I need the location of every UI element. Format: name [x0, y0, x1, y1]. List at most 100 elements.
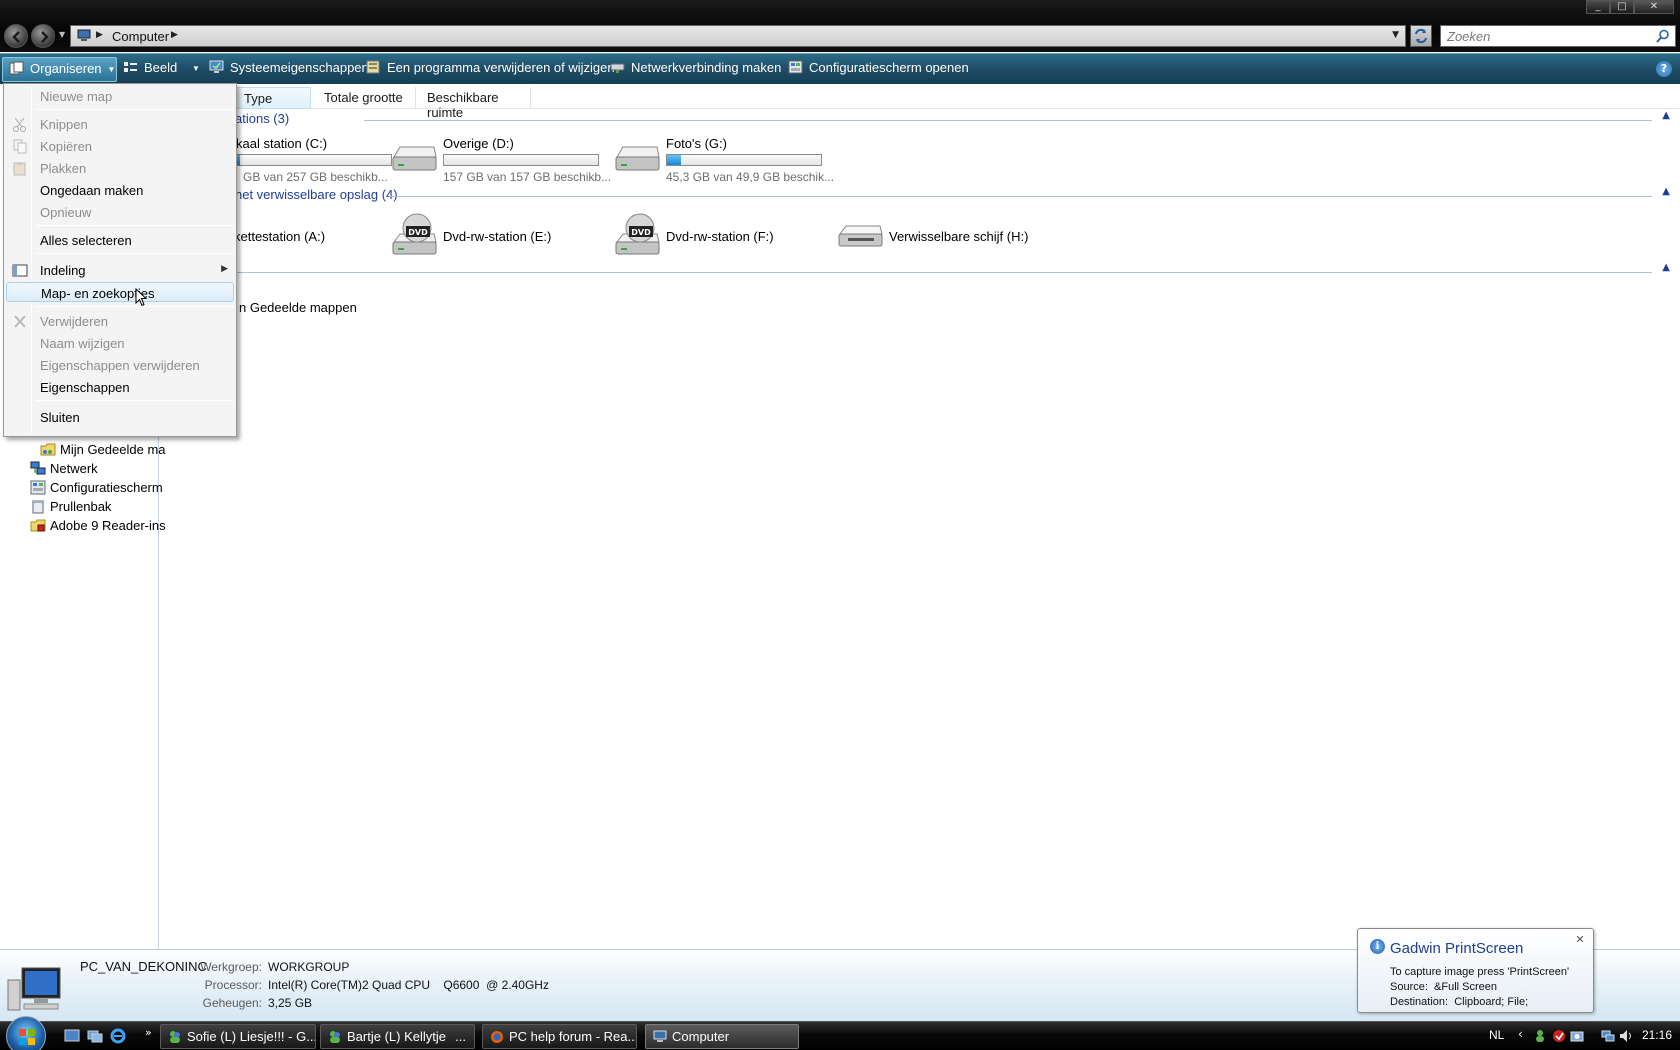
search-icon[interactable] — [1656, 29, 1670, 43]
menu-item-label: Sluiten — [40, 410, 80, 425]
menu-item-close[interactable]: Sluiten — [6, 407, 234, 427]
uninstall-program-button[interactable]: Een programma verwijderen of wijzigen — [366, 60, 615, 78]
breadcrumb-computer[interactable]: Computer — [112, 29, 169, 44]
submenu-arrow-icon: ▶ — [221, 264, 228, 274]
clock[interactable]: 21:16 — [1642, 1028, 1672, 1042]
column-headers: Type Totale grootte Beschikbare ruimte — [159, 87, 1680, 120]
menu-item-label: Eigenschappen — [40, 380, 130, 395]
column-header-free-space[interactable]: Beschikbare ruimte — [419, 87, 531, 120]
breadcrumb-separator-icon[interactable]: ▶ — [96, 30, 103, 40]
messenger-tray-icon[interactable] — [1533, 1029, 1547, 1043]
chevron-down-icon: ▼ — [107, 65, 116, 74]
menu-item-folder-options[interactable]: Map- en zoekopties — [6, 282, 234, 307]
system-properties-button[interactable]: Systeemeigenschappen — [209, 60, 369, 78]
control-panel-button[interactable]: Configuratiescherm openen — [788, 60, 969, 78]
workgroup-value: WORKGROUP — [268, 960, 350, 974]
menu-item-label: Eigenschappen verwijderen — [40, 358, 200, 373]
refresh-button[interactable] — [1410, 25, 1432, 47]
menu-item-paste[interactable]: Plakken — [6, 158, 234, 178]
menu-item-redo[interactable]: Opnieuw — [6, 202, 234, 222]
group-header-removable[interactable]: net verwisselbare opslag (4) ▲ — [159, 186, 1680, 205]
search-input[interactable]: Zoeken — [1440, 25, 1676, 47]
nav-item-recycle-bin[interactable]: Prullenbak — [30, 499, 111, 517]
show-desktop-icon[interactable] — [64, 1028, 80, 1044]
nav-item-shared-folders[interactable]: Mijn Gedeelde ma — [40, 442, 166, 460]
menu-item-select-all[interactable]: Alles selecteren — [6, 230, 234, 250]
column-header-type[interactable]: Type — [235, 87, 311, 109]
menu-item-cut[interactable]: Knippen — [6, 114, 234, 134]
breadcrumb-separator-icon[interactable]: ▶ — [171, 30, 178, 40]
network-drive-icon — [610, 63, 625, 73]
language-indicator[interactable]: NL — [1489, 1028, 1504, 1042]
messenger-icon — [330, 1031, 340, 1043]
taskbar-item-msn-bartje[interactable]: Bartje (L) Kellytje ... — [320, 1024, 475, 1049]
notification-balloon[interactable]: i Gadwin PrintScreen ✕ To capture image … — [1357, 928, 1594, 1013]
column-label: Totale grootte — [324, 90, 403, 105]
address-dropdown-icon[interactable]: ▼ — [1392, 30, 1399, 40]
group-header-other[interactable]: ▲ — [159, 262, 1680, 281]
switch-windows-icon[interactable] — [87, 1028, 103, 1044]
minimize-button[interactable]: _ — [1586, 0, 1610, 14]
view-button[interactable]: Beeld — [123, 60, 177, 78]
notification-line: Source: &Full Screen — [1390, 981, 1497, 993]
start-button[interactable] — [6, 1016, 46, 1050]
menu-item-label: Kopiëren — [40, 139, 93, 154]
collapse-chevron-icon[interactable]: ▲ — [1662, 110, 1670, 121]
nav-item-adobe-installer[interactable]: Adobe 9 Reader-ins — [30, 518, 166, 536]
collapse-chevron-icon[interactable]: ▲ — [1662, 262, 1670, 273]
nav-item-control-panel[interactable]: Configuratiescherm — [30, 480, 163, 498]
network-tray-icon[interactable] — [1601, 1029, 1615, 1043]
dvd-drive-icon: DVD — [392, 213, 437, 255]
computer-icon — [77, 29, 91, 41]
window-controls: _ □ ✕ — [1586, 0, 1674, 14]
menu-item-delete[interactable]: Verwijderen — [6, 311, 234, 331]
computer-icon — [653, 1030, 667, 1042]
group-divider — [364, 120, 1652, 121]
mouse-cursor-icon — [135, 288, 147, 307]
column-header-total-size[interactable]: Totale grootte — [316, 87, 416, 109]
drive-name: kettestation (A:) — [234, 229, 326, 244]
map-network-drive-button[interactable]: Netwerkverbinding maken — [610, 60, 781, 78]
forward-button[interactable] — [31, 24, 55, 48]
control-panel-icon — [30, 480, 46, 495]
menu-item-label: Indeling — [40, 263, 86, 278]
menu-item-undo[interactable]: Ongedaan maken — [6, 180, 234, 200]
nav-item-network[interactable]: Netwerk — [30, 461, 98, 479]
maximize-button[interactable]: □ — [1610, 0, 1634, 14]
delete-icon — [14, 315, 26, 328]
taskbar-item-computer[interactable]: Computer — [645, 1024, 799, 1049]
control-panel-icon — [788, 60, 803, 74]
group-header-hard-disks[interactable]: ations (3) ▲ — [159, 110, 1680, 129]
view-dropdown[interactable]: ▼ — [186, 60, 200, 78]
menu-item-new-folder[interactable]: Nieuwe map — [6, 86, 234, 106]
task-label-overflow: ... — [455, 1029, 466, 1044]
menu-item-copy[interactable]: Kopiëren — [6, 136, 234, 156]
menu-item-properties[interactable]: Eigenschappen — [6, 377, 234, 397]
notification-line: Destination: Clipboard; File; — [1390, 996, 1529, 1008]
close-icon[interactable]: ✕ — [1574, 934, 1586, 946]
quick-launch-more-icon[interactable]: » — [145, 1026, 152, 1039]
taskbar-item-msn-sofie[interactable]: Sofie (L) Liesje!!! - G... — [160, 1024, 316, 1049]
taskbar-item-firefox[interactable]: PC help forum - Rea... — [482, 1024, 637, 1049]
internet-explorer-icon[interactable] — [110, 1028, 126, 1044]
task-label: Bartje (L) Kellytje — [347, 1029, 446, 1044]
organize-button[interactable]: Organiseren ▼ — [2, 57, 117, 82]
volume-icon[interactable] — [1619, 1029, 1633, 1043]
menu-item-layout[interactable]: Indeling ▶ — [6, 260, 234, 280]
address-bar[interactable]: ▶ Computer ▶ ▼ — [70, 25, 1406, 47]
printscreen-tray-icon[interactable] — [1570, 1029, 1584, 1043]
nav-item-label: Mijn Gedeelde ma — [60, 442, 166, 457]
close-window-button[interactable]: ✕ — [1634, 0, 1674, 14]
menu-item-remove-properties[interactable]: Eigenschappen verwijderen — [6, 355, 234, 375]
drive-usage-bar — [443, 154, 599, 166]
menu-item-label: Nieuwe map — [40, 89, 113, 104]
back-button[interactable] — [4, 24, 28, 48]
group-title: ations (3) — [235, 111, 290, 126]
menu-item-rename[interactable]: Naam wijzigen — [6, 333, 234, 353]
dvd-drive-icon: DVD — [615, 213, 660, 255]
antivirus-tray-icon[interactable] — [1552, 1029, 1566, 1043]
help-icon[interactable]: ? — [1656, 61, 1672, 77]
recent-pages-dropdown[interactable]: ▼ — [59, 30, 67, 40]
collapse-chevron-icon[interactable]: ▲ — [1662, 186, 1670, 197]
tray-expand-icon[interactable]: ‹ — [1518, 1027, 1523, 1041]
